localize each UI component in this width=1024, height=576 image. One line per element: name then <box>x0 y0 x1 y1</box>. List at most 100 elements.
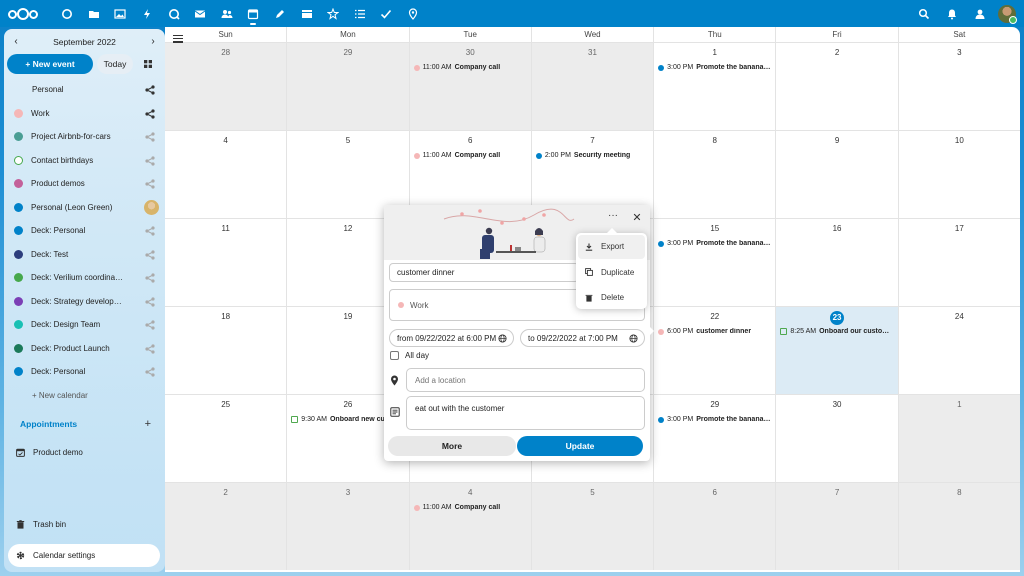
dashboard-icon[interactable] <box>54 0 81 27</box>
share-icon[interactable] <box>145 367 155 377</box>
event-chip[interactable]: 8:25 AM Onboard our custo… <box>780 328 895 335</box>
checkbox-box[interactable] <box>390 351 399 360</box>
day-cell[interactable]: 3 <box>897 43 1020 130</box>
calendar-color-dot[interactable] <box>14 296 23 306</box>
calendar-item[interactable]: Deck: Strategy develop… <box>4 290 165 314</box>
day-number[interactable]: 30 <box>410 47 531 59</box>
day-number[interactable]: 25 <box>165 399 286 411</box>
share-icon[interactable] <box>145 108 155 119</box>
event-chip[interactable]: 3:00 PM Promote the banana… <box>658 64 773 71</box>
day-number[interactable]: 3 <box>899 47 1020 59</box>
new-calendar-button[interactable]: + New calendar <box>4 384 165 407</box>
calendar-color-dot[interactable] <box>14 367 23 377</box>
calendar-item[interactable]: Project Airbnb-for-cars <box>4 125 165 149</box>
share-icon[interactable] <box>145 343 155 354</box>
calendar-settings-button[interactable]: Calendar settings <box>8 544 160 567</box>
delete-menu-item[interactable]: Delete <box>576 286 647 310</box>
chevron-right-icon[interactable]: › <box>145 36 161 47</box>
day-cell[interactable]: 22 6:00 PM customer dinner <box>653 307 775 394</box>
event-chip[interactable]: 11:00 AM Company call <box>413 64 529 71</box>
event-chip[interactable]: 2:00 PM Security meeting <box>535 152 651 159</box>
day-cell[interactable]: 30 <box>775 395 897 482</box>
month-picker[interactable]: September 2022 <box>24 37 145 47</box>
day-number[interactable]: 8 <box>899 487 1020 499</box>
event-chip[interactable]: 3:00 PM Promote the banana… <box>658 240 773 247</box>
calendar-item[interactable]: Deck: Personal <box>4 219 165 243</box>
photos-icon[interactable] <box>107 0 134 27</box>
description-textarea[interactable]: eat out with the customer <box>406 396 645 430</box>
timezone-globe-icon[interactable] <box>498 334 507 343</box>
day-number[interactable]: 31 <box>532 47 653 59</box>
calendar-item[interactable]: Deck: Design Team <box>4 313 165 337</box>
day-number[interactable]: 4 <box>165 135 286 147</box>
day-cell[interactable]: 28 <box>165 43 287 130</box>
all-day-checkbox[interactable]: All day <box>390 351 429 360</box>
activity-icon[interactable] <box>134 0 161 27</box>
share-icon[interactable] <box>145 132 155 142</box>
day-cell[interactable]: 5 <box>530 483 654 570</box>
day-number[interactable]: 29 <box>287 47 408 59</box>
update-button[interactable]: Update <box>517 436 643 456</box>
day-number[interactable]: 22 <box>654 311 775 323</box>
timezone-globe-icon[interactable] <box>629 334 638 343</box>
day-cell[interactable]: 9 <box>775 131 897 218</box>
talk-icon[interactable] <box>160 0 187 27</box>
share-icon[interactable] <box>145 85 155 95</box>
day-cell[interactable]: 31 <box>530 43 654 130</box>
calendar-item[interactable]: Work <box>4 102 165 126</box>
day-number[interactable]: 23 <box>776 311 897 325</box>
location-input[interactable] <box>406 368 645 392</box>
day-cell[interactable]: 6 <box>653 483 776 570</box>
day-cell[interactable]: 8 <box>897 483 1020 570</box>
add-appointment-icon[interactable]: + <box>145 418 151 430</box>
start-date-picker[interactable]: from 09/22/2022 at 6:00 PM <box>389 329 514 347</box>
calendar-item[interactable]: Personal <box>4 78 165 102</box>
today-badge[interactable]: 23 <box>830 311 845 325</box>
day-cell[interactable]: 4 11:00 AM Company call <box>408 483 531 570</box>
day-number[interactable]: 2 <box>776 47 897 59</box>
day-number[interactable]: 2 <box>165 487 286 499</box>
day-number[interactable]: 9 <box>776 135 897 147</box>
chevron-left-icon[interactable]: ‹ <box>8 36 24 47</box>
today-button[interactable]: Today <box>97 53 133 74</box>
calendar-color-dot[interactable] <box>14 155 23 165</box>
day-cell[interactable]: 2 <box>775 43 897 130</box>
day-number[interactable]: 5 <box>287 135 408 147</box>
calendar-item[interactable]: Deck: Product Launch <box>4 337 165 361</box>
new-event-button[interactable]: + New event <box>7 53 93 74</box>
day-number[interactable]: 8 <box>654 135 775 147</box>
day-number[interactable]: 7 <box>532 135 653 147</box>
calendar-color-dot[interactable] <box>14 273 23 283</box>
day-number[interactable]: 4 <box>410 487 531 499</box>
contacts-menu-icon[interactable] <box>966 0 994 27</box>
search-icon[interactable] <box>910 0 938 27</box>
day-number[interactable]: 11 <box>165 223 286 235</box>
day-cell[interactable]: 2 <box>165 483 287 570</box>
calendar-item[interactable]: Personal (Leon Green) <box>4 196 165 220</box>
day-number[interactable]: 6 <box>654 487 775 499</box>
calendar-color-dot[interactable] <box>14 226 23 236</box>
day-number[interactable]: 10 <box>899 135 1020 147</box>
notifications-icon[interactable] <box>938 0 966 27</box>
day-number[interactable]: 24 <box>899 311 1020 323</box>
day-number[interactable]: 1 <box>899 399 1020 411</box>
day-cell[interactable]: 1 <box>897 395 1020 482</box>
more-button[interactable]: More <box>388 436 516 456</box>
day-number[interactable]: 18 <box>165 311 286 323</box>
day-cell[interactable]: 18 <box>165 307 286 394</box>
hamburger-menu-icon[interactable] <box>173 35 183 43</box>
day-number[interactable]: 3 <box>287 487 408 499</box>
calendar-color-dot[interactable] <box>14 249 23 259</box>
event-chip[interactable]: 11:00 AM Company call <box>413 504 529 511</box>
calendar-color-dot[interactable] <box>14 132 23 142</box>
day-cell[interactable]: 16 <box>775 219 897 306</box>
day-cell[interactable]: 23 8:25 AM Onboard our custo… <box>775 307 898 394</box>
calendar-item[interactable]: Product demos <box>4 172 165 196</box>
export-menu-item[interactable]: Export <box>578 235 645 259</box>
nextcloud-logo-icon[interactable] <box>8 7 40 21</box>
maps-icon[interactable] <box>400 0 427 27</box>
files-icon[interactable] <box>81 0 108 27</box>
day-cell[interactable]: 29 3:00 PM Promote the banana… <box>653 395 775 482</box>
day-number[interactable]: 28 <box>165 47 286 59</box>
calendar-app-icon[interactable] <box>240 0 267 27</box>
